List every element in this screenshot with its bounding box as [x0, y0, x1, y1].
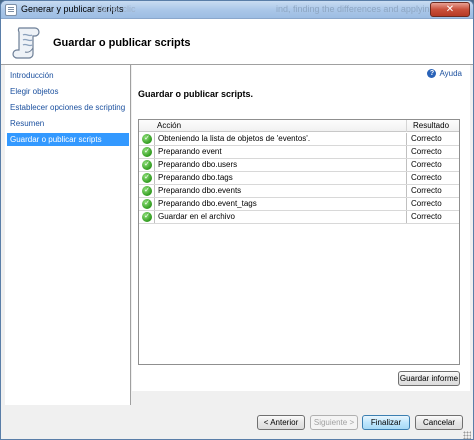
- row-action: Preparando event: [154, 146, 407, 158]
- wizard-footer: < Anterior Siguiente > Finalizar Cancela…: [1, 405, 473, 439]
- success-check-icon: ✓: [142, 199, 152, 209]
- row-result[interactable]: Correcto: [408, 133, 460, 145]
- table-row[interactable]: ✓ Obteniendo la lista de objetos de 'eve…: [139, 133, 459, 146]
- wizard-steps-sidebar: Introducción Elegir objetos Establecer o…: [5, 65, 131, 405]
- close-icon: ✕: [445, 4, 455, 15]
- success-check-icon: ✓: [142, 134, 152, 144]
- row-result[interactable]: Correcto: [408, 185, 460, 197]
- row-action: Preparando dbo.event_tags: [154, 198, 407, 210]
- finish-button[interactable]: Finalizar: [362, 415, 410, 430]
- table-row[interactable]: ✓ Guardar en el archivo Correcto: [139, 211, 459, 224]
- table-row[interactable]: ✓ Preparando dbo.events Correcto: [139, 185, 459, 198]
- help-link[interactable]: ? Ayuda: [427, 69, 462, 78]
- row-result[interactable]: Correcto: [408, 146, 460, 158]
- close-button[interactable]: ✕: [430, 2, 470, 17]
- table-row[interactable]: ✓ Preparando event Correcto: [139, 146, 459, 159]
- sidebar-item-guardar-publicar[interactable]: Guardar o publicar scripts: [7, 133, 129, 146]
- sidebar-item-resumen[interactable]: Resumen: [7, 117, 129, 130]
- row-action: Preparando dbo.events: [154, 185, 407, 197]
- help-label: Ayuda: [439, 69, 462, 78]
- results-grid[interactable]: Acción Resultado ✓ Obteniendo la lista d…: [138, 119, 460, 365]
- resize-grip[interactable]: [463, 431, 471, 439]
- script-scroll-icon: [12, 27, 40, 59]
- grid-header: Acción Resultado: [139, 120, 459, 132]
- row-action: Obteniendo la lista de objetos de 'event…: [154, 133, 407, 145]
- row-action: Preparando dbo.users: [154, 159, 407, 171]
- success-check-icon: ✓: [142, 147, 152, 157]
- help-icon: ?: [427, 69, 437, 78]
- row-result[interactable]: Correcto: [408, 198, 460, 210]
- column-header-resultado[interactable]: Resultado: [407, 120, 461, 132]
- dialog-window: Generar y publicar scripts Hacer clic in…: [0, 0, 474, 440]
- background-window-text-left: Hacer clic: [96, 4, 136, 14]
- success-check-icon: ✓: [142, 212, 152, 222]
- section-title: Guardar o publicar scripts.: [138, 89, 254, 99]
- table-row[interactable]: ✓ Preparando dbo.event_tags Correcto: [139, 198, 459, 211]
- success-check-icon: ✓: [142, 173, 152, 183]
- wizard-header: Guardar o publicar scripts: [1, 19, 473, 65]
- row-action: Guardar en el archivo: [154, 211, 407, 223]
- app-icon: [5, 4, 17, 16]
- success-check-icon: ✓: [142, 186, 152, 196]
- column-header-accion[interactable]: Acción: [139, 120, 407, 132]
- back-button[interactable]: < Anterior: [257, 415, 305, 430]
- sidebar-item-elegir-objetos[interactable]: Elegir objetos: [7, 85, 129, 98]
- table-row[interactable]: ✓ Preparando dbo.tags Correcto: [139, 172, 459, 185]
- next-button[interactable]: Siguiente >: [310, 415, 358, 430]
- sidebar-item-establecer-opciones[interactable]: Establecer opciones de scripting: [7, 101, 129, 114]
- save-report-button[interactable]: Guardar informe: [398, 371, 460, 386]
- page-title: Guardar o publicar scripts: [53, 37, 191, 49]
- cancel-button[interactable]: Cancelar: [415, 415, 463, 430]
- row-result[interactable]: Correcto: [408, 159, 460, 171]
- main-panel: ? Ayuda Guardar o publicar scripts. Acci…: [132, 65, 470, 391]
- row-result[interactable]: Correcto: [408, 211, 460, 223]
- sidebar-item-introduccion[interactable]: Introducción: [7, 69, 129, 82]
- title-bar[interactable]: Generar y publicar scripts Hacer clic in…: [1, 1, 473, 19]
- background-window-text-right: ind, finding the differences and applyin…: [276, 4, 445, 14]
- success-check-icon: ✓: [142, 160, 152, 170]
- row-action: Preparando dbo.tags: [154, 172, 407, 184]
- row-result[interactable]: Correcto: [408, 172, 460, 184]
- table-row[interactable]: ✓ Preparando dbo.users Correcto: [139, 159, 459, 172]
